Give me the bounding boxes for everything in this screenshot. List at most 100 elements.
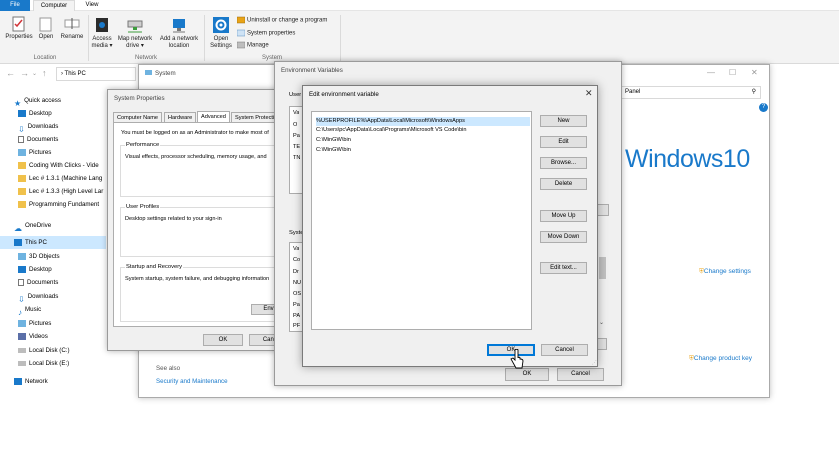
nav-item-documents[interactable]: Documents [0,276,106,289]
ok-button[interactable]: OK [203,334,243,346]
cube-icon [18,252,26,260]
nav-item-music[interactable]: ♪ Music [0,303,106,316]
up-arrow-icon[interactable]: ↑ [42,68,47,78]
nav-item-folder[interactable]: Lec # 1.3.3 (High Level Lar [0,185,106,198]
nav-item-local-disk-e[interactable]: Local Disk (E:) [0,357,106,370]
close-icon[interactable]: ✕ [751,68,758,77]
back-arrow-icon[interactable]: ← [6,68,15,78]
new-button[interactable]: New [540,115,587,127]
system-properties-button[interactable]: System properties [237,29,295,37]
nav-item-pictures[interactable]: Pictures [0,317,106,330]
user-profiles-group: User Profiles Desktop settings related t… [120,204,295,257]
music-icon: ♪ [18,307,22,316]
open-settings-button[interactable]: Open Settings [207,16,235,50]
resize-grip-icon[interactable]: ⋰ [592,360,597,366]
drive-icon [18,347,26,353]
document-icon [18,278,24,286]
tab-computer[interactable]: Computer [33,0,75,11]
ribbon-separator [204,15,205,61]
tab-file[interactable]: File [0,0,30,11]
see-also-heading: See also [156,365,181,372]
tab-computer-name[interactable]: Computer Name [113,112,163,122]
maximize-icon[interactable]: ☐ [729,68,736,77]
system-variables-scrollbar[interactable]: ⌄ [598,247,607,331]
security-maintenance-link[interactable]: Security and Maintenance [156,378,228,385]
manage-icon [237,41,245,49]
folder-icon [18,200,26,208]
nav-item-pictures[interactable]: Pictures [0,146,106,159]
open-button[interactable]: Open [36,16,56,41]
forward-arrow-icon[interactable]: → [20,68,29,78]
download-icon: ⇩ [18,124,25,133]
path-entries-list[interactable]: %USERPROFILE%\AppData\Local\Microsoft\Wi… [311,111,532,330]
manage-button[interactable]: Manage [237,41,269,49]
network-location-icon [173,19,185,33]
list-item[interactable]: C:\MinGW\bin [316,146,530,155]
open-icon [39,17,52,32]
list-item[interactable]: %USERPROFILE%\AppData\Local\Microsoft\Wi… [316,117,530,126]
move-down-button[interactable]: Move Down [540,231,587,243]
nav-item-folder[interactable]: Programming Fundament [0,198,106,211]
nav-item-videos[interactable]: Videos [0,330,106,343]
minimize-icon[interactable]: — [707,68,715,77]
nav-item-documents[interactable]: Documents [0,133,106,146]
cancel-button[interactable]: Cancel [557,368,604,381]
change-settings-link[interactable]: ⛨Change settings [699,268,751,276]
folder-icon [18,161,26,169]
help-icon[interactable]: ? [759,103,768,112]
address-bar[interactable]: › This PC [56,67,136,81]
rename-button[interactable]: Rename [58,16,86,41]
gear-icon [213,17,229,33]
system-properties-dialog: System Properties Computer Name Hardware… [107,89,297,351]
scrollbar-thumb[interactable] [599,257,606,279]
tab-advanced[interactable]: Advanced [197,111,230,122]
ribbon-tab-bar: File Computer View [0,0,839,11]
admin-note: You must be logged on as an Administrato… [121,130,269,136]
nav-item-quick-access[interactable]: ★ Quick access [0,94,106,107]
list-item[interactable]: C:\MinGW\bin [316,136,530,145]
close-icon[interactable]: ✕ [585,88,593,99]
control-panel-search-input[interactable]: Panel ⚲ [621,86,761,99]
environment-variables-title: Environment Variables [281,67,343,74]
nav-item-folder[interactable]: Coding With Clicks - Vide [0,159,106,172]
edit-environment-variable-dialog: Edit environment variable ✕ %USERPROFILE… [302,85,598,367]
list-item[interactable]: C:\Users\pc\AppData\Local\Programs\Micro… [316,126,530,135]
mouse-pointer-icon [510,349,524,369]
nav-item-desktop[interactable]: Desktop [0,263,106,276]
access-media-button[interactable]: Access media ▾ [90,16,114,50]
desktop-icon [18,265,26,273]
edit-button[interactable]: Edit [540,136,587,148]
nav-item-onedrive[interactable]: ☁ OneDrive [0,219,106,232]
windows10-logo: Windows10 [625,145,750,173]
move-up-button[interactable]: Move Up [540,210,587,222]
network-icon [14,377,22,385]
navigation-pane: ★ Quick access Desktop ⇩ Downloads Documen… [0,90,106,400]
advanced-tab-panel: You must be logged on as an Administrato… [113,122,295,327]
edit-text-button[interactable]: Edit text... [540,262,587,274]
group-location-label: Location [33,55,57,61]
system-icon [145,70,152,75]
browse-button[interactable]: Browse... [540,157,587,169]
nav-item-network[interactable]: Network [0,375,106,388]
tab-hardware[interactable]: Hardware [164,112,197,122]
uninstall-program-button[interactable]: Uninstall or change a program [237,16,327,24]
network-drive-icon [127,20,143,33]
nav-item-3d-objects[interactable]: 3D Objects [0,250,106,263]
user-delete-button-partial[interactable] [597,204,609,216]
add-network-location-button[interactable]: Add a network location [156,16,202,50]
nav-item-downloads[interactable]: ⇩ Downloads [0,120,106,133]
nav-item-folder[interactable]: Lec # 1.3.1 (Machine Lang [0,172,106,185]
cancel-button[interactable]: Cancel [541,344,588,356]
search-icon: ⚲ [751,89,756,95]
delete-button[interactable]: Delete [540,178,587,190]
nav-item-local-disk-c[interactable]: Local Disk (C:) [0,344,106,357]
nav-item-this-pc[interactable]: This PC [0,236,106,249]
nav-item-downloads[interactable]: ⇩ Downloads [0,290,106,303]
nav-item-desktop[interactable]: Desktop [0,107,106,120]
change-product-key-link[interactable]: ⛨Change product key [689,355,752,363]
tab-view[interactable]: View [80,0,104,11]
scroll-down-icon[interactable]: ⌄ [599,319,604,326]
map-network-drive-button[interactable]: Map network drive ▾ [115,16,155,50]
recent-dropdown-icon[interactable]: ⌄ [32,70,37,77]
properties-button[interactable]: Properties [4,16,34,41]
